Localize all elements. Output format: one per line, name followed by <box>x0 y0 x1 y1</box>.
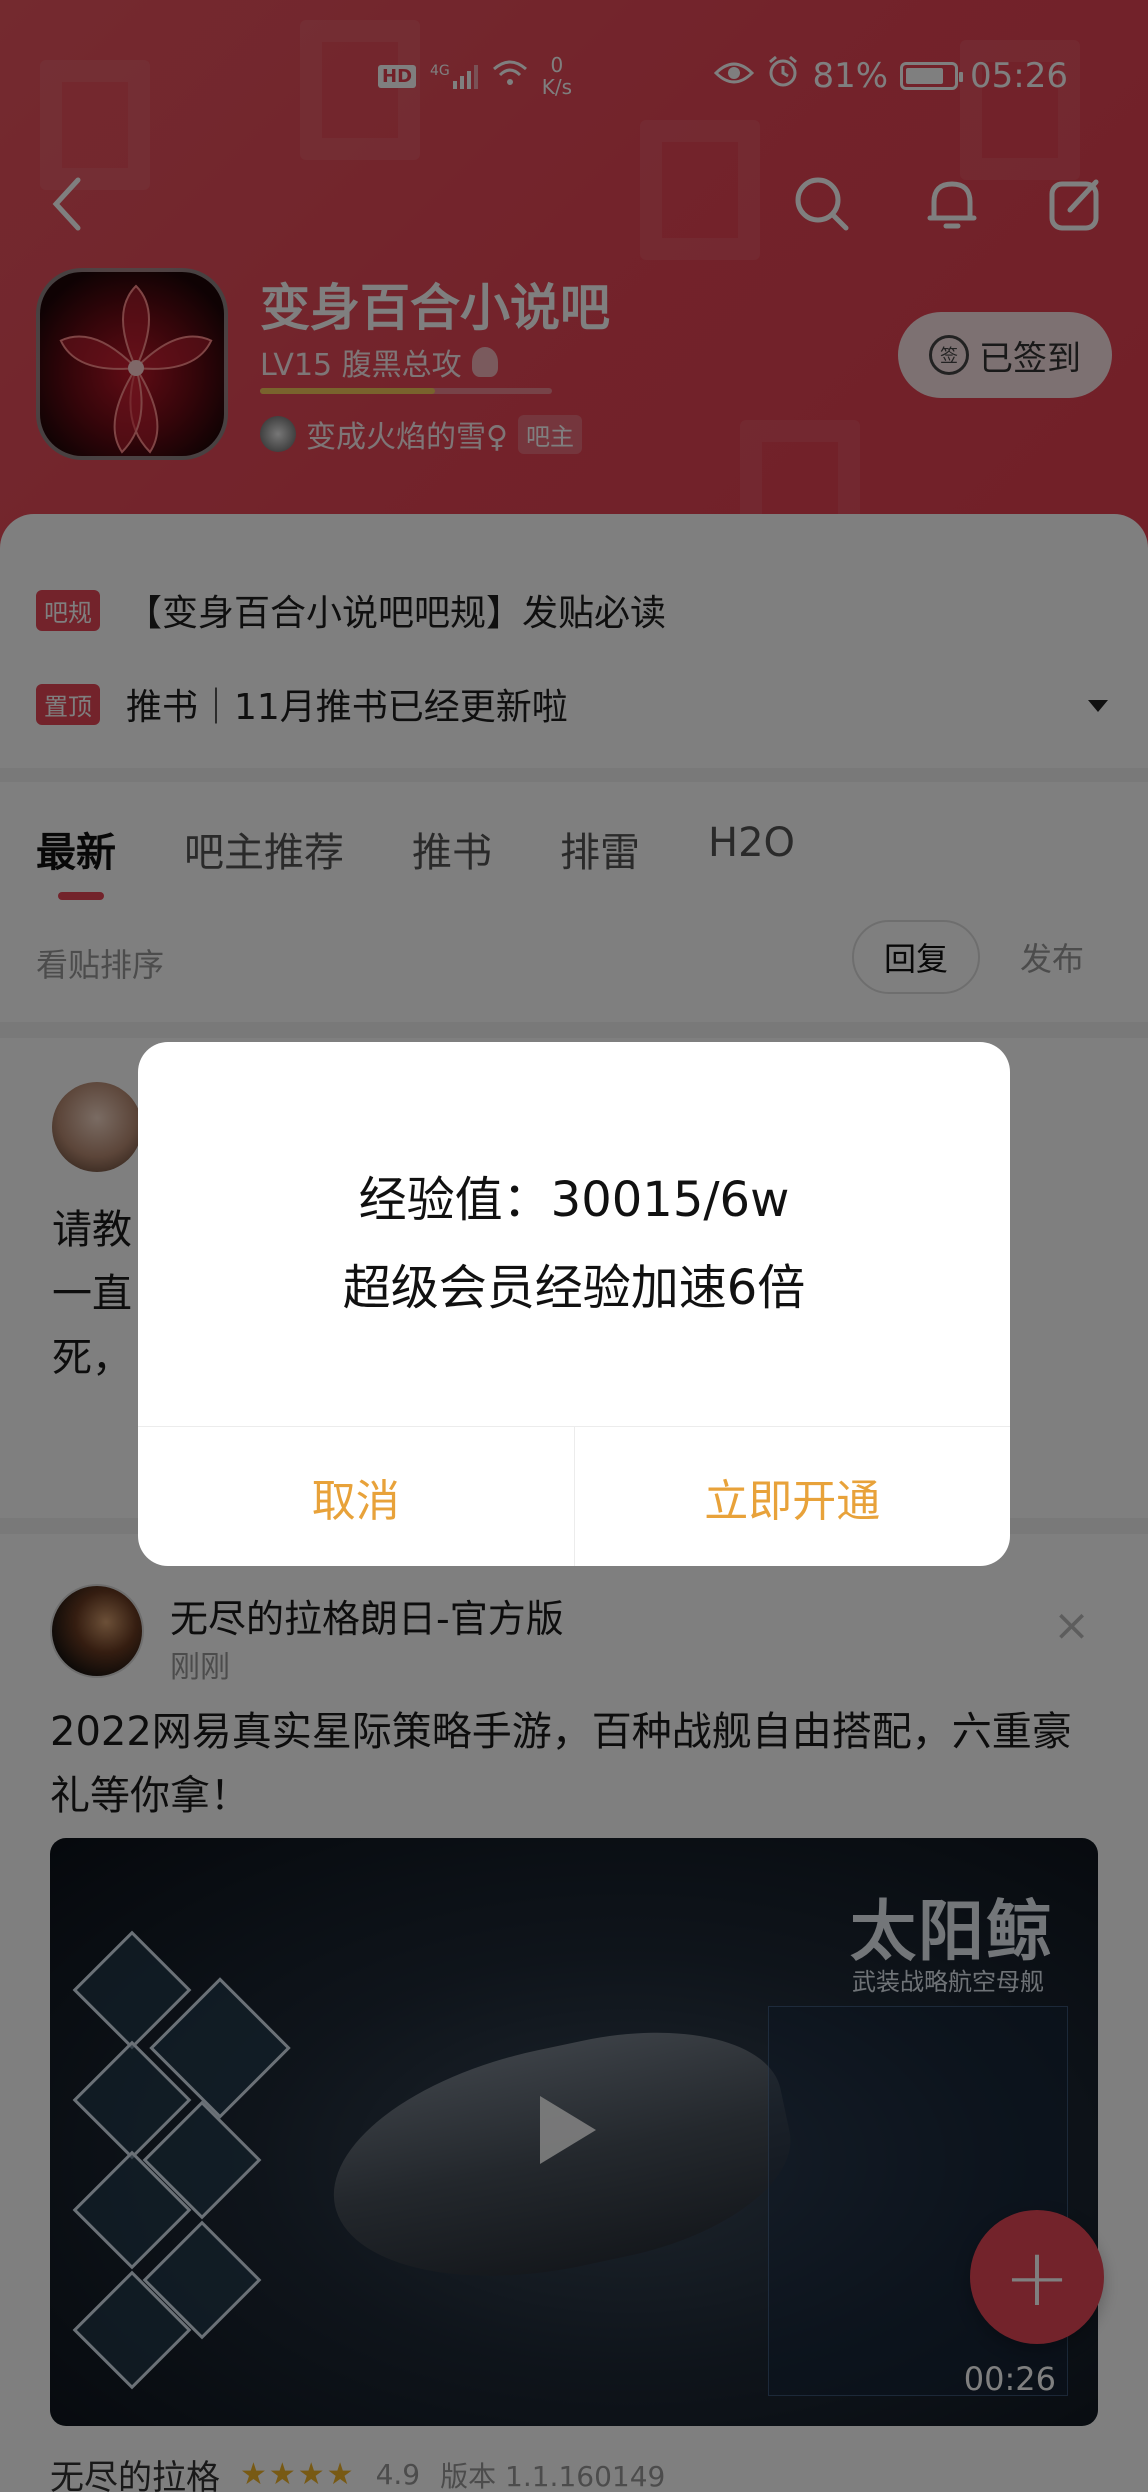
experience-dialog: 经验值：30015/6w 超级会员经验加速6倍 取消 立即开通 <box>138 1042 1010 1566</box>
dialog-experience-text: 经验值：30015/6w <box>358 1172 790 1228</box>
activate-now-button[interactable]: 立即开通 <box>573 1427 1011 1566</box>
dialog-boost-text: 超级会员经验加速6倍 <box>342 1260 806 1316</box>
dialog-actions: 取消 立即开通 <box>138 1426 1010 1566</box>
cancel-button[interactable]: 取消 <box>138 1427 574 1566</box>
